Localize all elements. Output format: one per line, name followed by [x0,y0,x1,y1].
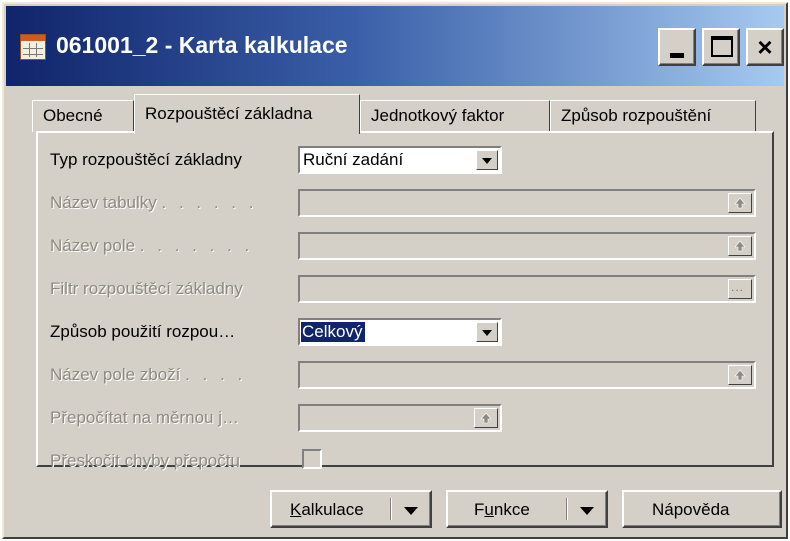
chevron-down-icon[interactable] [476,150,498,170]
funkce-menu-button[interactable]: Funkce [446,490,608,528]
label-dots: . . . . [185,365,247,384]
label-nazev-pole: Název pole [50,236,136,255]
chevron-down-icon[interactable] [476,322,498,342]
lookup-button[interactable] [728,193,752,213]
lookup-arrow-up-icon [480,412,492,424]
chevron-down-icon [580,507,594,515]
label-nazev-tabulky: Název tabulky [50,193,157,212]
lookup-button[interactable] [728,236,752,256]
lookup-button[interactable] [728,365,752,385]
minimize-button[interactable] [658,28,696,66]
card-window: 061001_2 - Karta kalkulace × Obecné Rozp… [2,2,788,539]
label-filtr-rozpousteci-zakladny: Filtr rozpouštěcí základny [50,279,243,298]
zpusob-pouziti-value: Celkový [301,322,366,342]
minimize-icon [670,53,684,58]
lookup-arrow-up-icon [734,197,746,209]
label-typ-rozpousteci-zakladny: Typ rozpouštěcí základny [50,150,242,169]
label-nazev-pole-zbozi: Název pole zboží [50,365,181,384]
table-form-icon [20,34,46,60]
label-dots: . . . . . . . [139,236,254,255]
split-separator [390,498,392,520]
prepocitat-field[interactable] [298,404,502,432]
close-button[interactable]: × [746,28,784,66]
kalkulace-menu-button[interactable]: Kalkulace [270,490,432,528]
label-dots: . . . . . . [161,193,258,212]
label-zpusob-pouziti: Způsob použití rozpou… [50,322,236,341]
lookup-arrow-up-icon [734,240,746,252]
label-preskocit-chyby: Přeskočit chyby přepočtu [50,451,240,470]
lookup-button[interactable] [474,408,498,428]
split-separator [566,498,568,520]
maximize-button[interactable] [702,28,740,66]
tab-rozpousteci-zakladna[interactable]: Rozpouštěcí základna [134,94,360,134]
kalkulace-label: Kalkulace [290,500,364,519]
tab-obecne[interactable]: Obecné [32,100,134,132]
napoveda-label: Nápověda [652,500,730,519]
assist-edit-button[interactable]: ... [728,279,752,299]
nazev-tabulky-field[interactable] [298,189,756,217]
ellipsis-icon: ... [731,280,745,294]
close-icon: × [757,32,773,62]
typ-rozpousteci-zakladny-value: Ruční zadání [303,150,404,169]
title-bar[interactable]: 061001_2 - Karta kalkulace × [6,6,784,86]
label-prepocitat: Přepočítat na měrnou j… [50,408,239,427]
zpusob-pouziti-select[interactable]: Celkový [298,318,502,346]
maximize-icon [711,36,733,57]
tab-zpusob-rozpousteni[interactable]: Způsob rozpouštění [550,100,756,132]
filtr-rozpousteci-zakladny-field[interactable]: ... [298,275,756,303]
typ-rozpousteci-zakladny-select[interactable]: Ruční zadání [298,146,502,174]
nazev-pole-field[interactable] [298,232,756,260]
tab-jednotkovy-faktor[interactable]: Jednotkový faktor [360,100,550,132]
preskocit-chyby-checkbox[interactable] [302,449,322,469]
nazev-pole-zbozi-field[interactable] [298,361,756,389]
napoveda-button[interactable]: Nápověda [622,490,782,528]
lookup-arrow-up-icon [734,369,746,381]
funkce-label: Funkce [474,500,530,519]
chevron-down-icon [404,507,418,515]
window-title: 061001_2 - Karta kalkulace [56,32,348,58]
